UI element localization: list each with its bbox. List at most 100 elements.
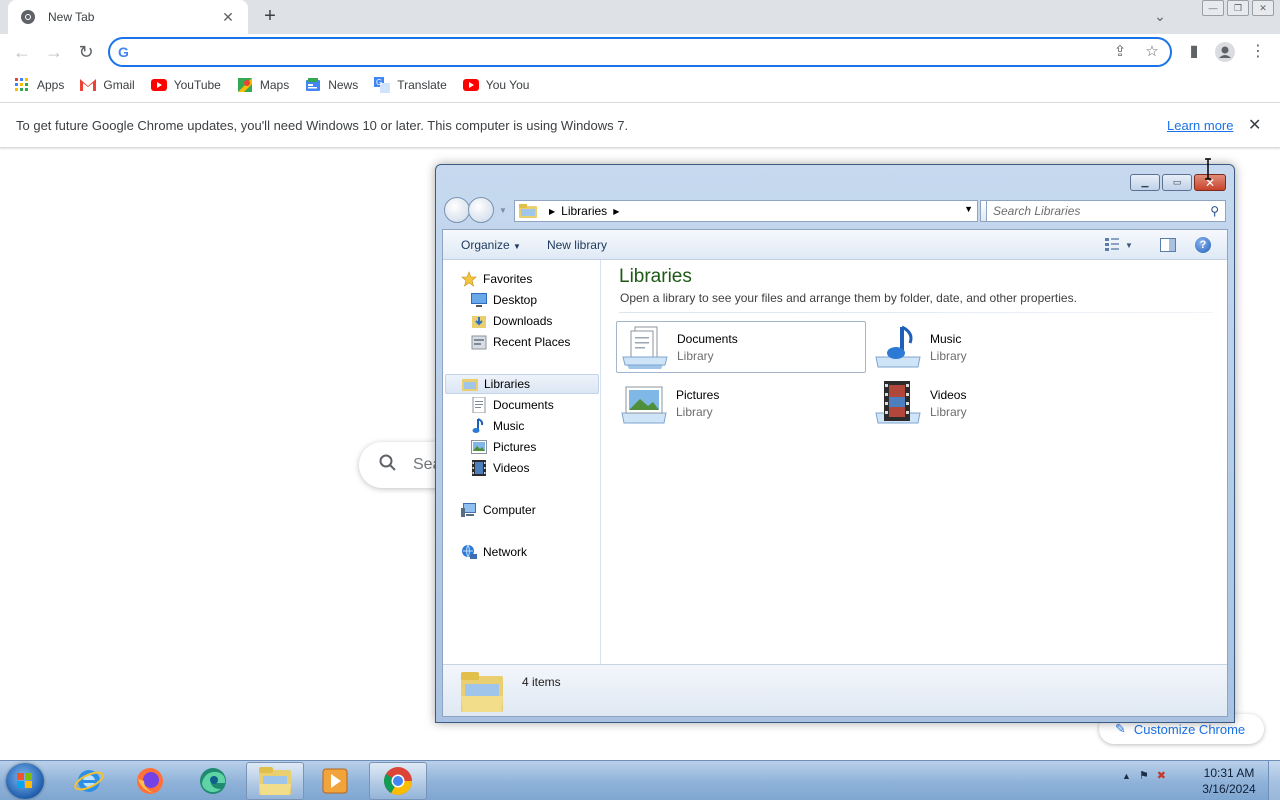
taskbar-edge[interactable] bbox=[184, 762, 242, 800]
nav-label: Favorites bbox=[483, 272, 533, 286]
close-window-button[interactable]: ✕ bbox=[1252, 0, 1274, 16]
forward-button[interactable]: → bbox=[42, 40, 66, 64]
nav-videos[interactable]: Videos bbox=[471, 458, 529, 478]
share-icon[interactable]: ⇪ bbox=[1110, 42, 1130, 62]
bookmark-gmail[interactable]: Gmail bbox=[80, 77, 135, 93]
nav-computer[interactable]: Computer bbox=[461, 500, 536, 520]
bookmark-label: Translate bbox=[397, 78, 447, 92]
file-explorer-icon bbox=[259, 767, 291, 795]
apps-grid-icon bbox=[14, 77, 30, 93]
explorer-forward-button[interactable] bbox=[468, 197, 494, 223]
library-documents[interactable]: Documents Library bbox=[616, 321, 866, 373]
chevron-down-icon: ▼ bbox=[513, 241, 521, 251]
nav-label: Computer bbox=[483, 503, 536, 517]
close-tab-icon[interactable]: ✕ bbox=[220, 9, 236, 26]
nav-label: Documents bbox=[493, 398, 554, 412]
side-panel-icon[interactable]: ▮ bbox=[1182, 40, 1206, 64]
internet-explorer-icon bbox=[74, 770, 104, 792]
libraries-icon bbox=[462, 376, 478, 392]
start-button[interactable] bbox=[6, 763, 44, 799]
breadcrumb-arrow-icon[interactable]: ▶ bbox=[549, 207, 555, 216]
reload-button[interactable]: ↻ bbox=[74, 40, 98, 64]
tab-search-icon[interactable]: ⌄ bbox=[1150, 8, 1170, 28]
translate-icon: G bbox=[374, 77, 391, 93]
libraries-folder-icon bbox=[461, 672, 503, 712]
nav-label: Pictures bbox=[493, 440, 537, 454]
bookmark-news[interactable]: News bbox=[305, 77, 358, 93]
explorer-minimize-button[interactable]: ▁ bbox=[1130, 174, 1160, 191]
change-view-button[interactable]: ▼ bbox=[1105, 236, 1133, 254]
preview-pane-button[interactable] bbox=[1160, 236, 1176, 254]
nav-downloads[interactable]: Downloads bbox=[471, 311, 552, 331]
taskbar-firefox[interactable] bbox=[121, 762, 179, 800]
bookmark-star-icon[interactable]: ☆ bbox=[1142, 42, 1162, 62]
downloads-folder-icon bbox=[471, 313, 487, 329]
show-desktop-button[interactable] bbox=[1268, 761, 1280, 800]
explorer-command-bar: Organize ▼ New library ▼ ? bbox=[443, 230, 1227, 260]
tab-new-tab[interactable]: New Tab ✕ bbox=[8, 0, 248, 34]
help-button[interactable]: ? bbox=[1195, 236, 1211, 254]
breadcrumb-libraries[interactable]: Libraries bbox=[561, 204, 607, 218]
nav-music[interactable]: Music bbox=[471, 416, 524, 436]
bookmark-youtube[interactable]: YouTube bbox=[150, 77, 221, 93]
music-note-icon bbox=[471, 418, 487, 434]
pictures-library-icon bbox=[621, 386, 667, 424]
system-tray: ▲ ⚑ ✖ bbox=[1122, 769, 1166, 782]
library-pictures[interactable]: Pictures Library bbox=[616, 377, 866, 429]
nav-documents[interactable]: Documents bbox=[471, 395, 554, 415]
svg-text:G: G bbox=[376, 78, 382, 87]
library-videos[interactable]: Videos Library bbox=[870, 377, 1120, 429]
new-tab-button[interactable]: + bbox=[258, 5, 282, 29]
library-name: Music bbox=[930, 331, 962, 346]
explorer-back-button[interactable] bbox=[444, 197, 470, 223]
bookmark-translate[interactable]: G Translate bbox=[374, 77, 447, 93]
profile-avatar-icon[interactable] bbox=[1213, 40, 1237, 64]
libraries-description: Open a library to see your files and arr… bbox=[620, 291, 1077, 305]
nav-favorites[interactable]: Favorites bbox=[461, 269, 532, 289]
learn-more-link[interactable]: Learn more bbox=[1167, 118, 1233, 133]
explorer-nav-buttons: ▼ bbox=[444, 197, 507, 223]
nav-desktop[interactable]: Desktop bbox=[471, 290, 537, 310]
bookmark-label: Apps bbox=[37, 78, 65, 92]
taskbar-chrome[interactable] bbox=[369, 762, 427, 800]
taskbar-file-explorer[interactable] bbox=[246, 762, 304, 800]
bookmark-apps[interactable]: Apps bbox=[14, 77, 64, 93]
customize-chrome-label: Customize Chrome bbox=[1133, 721, 1246, 737]
explorer-address-bar[interactable]: ▶ Libraries ▶ ▼ bbox=[514, 200, 978, 222]
nav-libraries[interactable]: Libraries bbox=[445, 374, 599, 394]
restore-button[interactable]: ❐ bbox=[1227, 0, 1249, 16]
back-button[interactable]: ← bbox=[10, 40, 34, 64]
taskbar-internet-explorer[interactable] bbox=[60, 762, 118, 800]
chrome-icon bbox=[384, 767, 412, 795]
bookmark-you-you[interactable]: You You bbox=[462, 77, 529, 93]
organize-button[interactable]: Organize ▼ bbox=[461, 238, 521, 252]
bookmark-label: Maps bbox=[259, 78, 290, 92]
new-library-button[interactable]: New library bbox=[547, 238, 607, 252]
infobar-close-icon[interactable]: ✕ bbox=[1248, 115, 1261, 135]
view-icon bbox=[1105, 238, 1119, 251]
explorer-search-box[interactable]: Search Libraries ⚲ bbox=[986, 200, 1226, 222]
minimize-button[interactable]: — bbox=[1202, 0, 1224, 16]
show-hidden-icons-icon[interactable]: ▲ bbox=[1122, 771, 1131, 781]
omnibox-input[interactable] bbox=[142, 44, 1098, 60]
breadcrumb-arrow-icon[interactable]: ▶ bbox=[613, 207, 619, 216]
menu-kebab-icon[interactable]: ⋮ bbox=[1246, 40, 1270, 64]
explorer-window: ▁ ▭ ✕ ▼ ▶ Libraries ▶ ▼ ⇆ Search Librari… bbox=[435, 164, 1235, 723]
recent-pages-dropdown-icon[interactable]: ▼ bbox=[499, 206, 507, 215]
taskbar-media-player[interactable] bbox=[306, 762, 364, 800]
nav-recent-places[interactable]: Recent Places bbox=[471, 332, 570, 352]
action-center-flag-icon[interactable]: ⚑ bbox=[1139, 769, 1149, 782]
network-disconnected-icon[interactable]: ✖ bbox=[1157, 769, 1166, 782]
explorer-maximize-button[interactable]: ▭ bbox=[1162, 174, 1192, 191]
news-icon bbox=[305, 77, 321, 93]
computer-icon bbox=[461, 502, 477, 518]
taskbar-clock[interactable]: 10:31 AM 3/16/2024 bbox=[1196, 765, 1262, 797]
bookmark-maps[interactable]: Maps bbox=[237, 77, 289, 93]
address-dropdown-icon[interactable]: ▼ bbox=[964, 204, 973, 214]
nav-network[interactable]: Network bbox=[461, 542, 527, 562]
library-music[interactable]: Music Library bbox=[870, 321, 1120, 373]
nav-label: Network bbox=[483, 545, 528, 559]
nav-pictures[interactable]: Pictures bbox=[471, 437, 536, 457]
search-icon[interactable]: ⚲ bbox=[1210, 204, 1219, 218]
address-bar[interactable]: G ⇪ ☆ bbox=[108, 37, 1172, 67]
